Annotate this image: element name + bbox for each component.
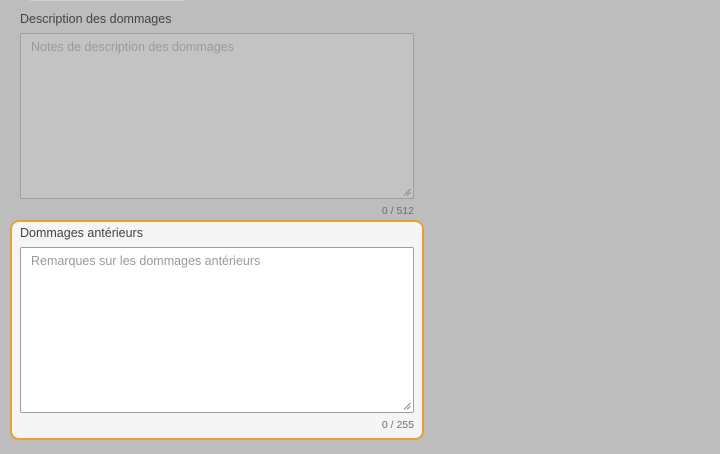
resize-grip-icon[interactable] bbox=[403, 188, 411, 196]
damage-description-textarea[interactable] bbox=[21, 34, 413, 198]
top-divider bbox=[30, 0, 184, 1]
prior-damage-label: Dommages antérieurs bbox=[20, 226, 143, 240]
prior-damage-box bbox=[20, 247, 414, 413]
damage-description-box bbox=[20, 33, 414, 199]
prior-damage-field: Dommages antérieurs 0 / 255 bbox=[20, 225, 414, 432]
prior-damage-counter: 0 / 255 bbox=[381, 419, 414, 431]
damage-description-label: Description des dommages bbox=[20, 12, 172, 26]
resize-grip-icon[interactable] bbox=[403, 402, 411, 410]
prior-damage-textarea[interactable] bbox=[21, 248, 413, 412]
damage-description-counter: 0 / 512 bbox=[381, 205, 414, 217]
damage-description-field: Description des dommages 0 / 512 bbox=[20, 11, 414, 218]
